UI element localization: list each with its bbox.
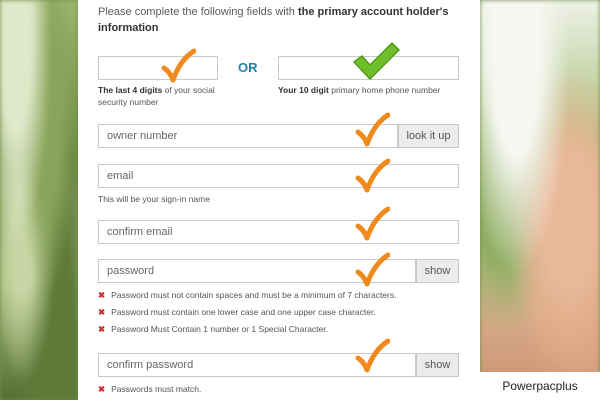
ssn-last4-input[interactable]: [98, 56, 218, 80]
ssn-label-bold: The last 4 digits: [98, 85, 163, 95]
confirm-email-input[interactable]: confirm email: [98, 220, 459, 244]
phone-label-rest: primary home phone number: [328, 85, 441, 95]
background-photo-right: [480, 0, 600, 400]
orange-check-icon: [355, 338, 390, 373]
password-error-number: ✖ Password Must Contain 1 number or 1 Spe…: [98, 323, 328, 335]
email-help-text: This will be your sign-in name: [98, 194, 210, 204]
or-label: OR: [238, 60, 258, 75]
green-check-icon: [353, 42, 400, 80]
orange-check-icon: [355, 112, 390, 147]
password-error-case: ✖ Password must contain one lower case an…: [98, 306, 376, 318]
background-photo-left: [0, 0, 78, 400]
ssn-label: The last 4 digits of your social securit…: [98, 84, 228, 108]
intro-prefix: Please complete the following fields wit…: [98, 6, 298, 18]
password-error-text: Password must contain one lower case and…: [111, 307, 376, 317]
error-x-icon: ✖: [98, 290, 106, 300]
orange-check-icon: [355, 206, 390, 241]
orange-check-icon: [355, 158, 390, 193]
watermark-caption: Powerpacplus: [480, 372, 600, 400]
password-error-spaces: ✖ Password must not contain spaces and mu…: [98, 289, 396, 301]
password-show-button[interactable]: show: [416, 259, 459, 283]
password-error-text: Password must not contain spaces and mus…: [111, 290, 397, 300]
orange-check-icon: [161, 48, 196, 83]
email-input[interactable]: email: [98, 164, 459, 188]
intro-text: Please complete the following fields wit…: [98, 4, 458, 36]
orange-check-icon: [355, 252, 390, 287]
password-error-text: Password Must Contain 1 number or 1 Spec…: [111, 324, 328, 334]
phone-label: Your 10 digit primary home phone number: [278, 84, 468, 96]
error-x-icon: ✖: [98, 324, 106, 334]
confirm-password-error: ✖ Passwords must match.: [98, 383, 201, 395]
confirm-password-error-text: Passwords must match.: [111, 384, 202, 394]
error-x-icon: ✖: [98, 384, 106, 394]
signup-form: Please complete the following fields wit…: [78, 0, 480, 400]
look-it-up-button[interactable]: look it up: [398, 124, 459, 148]
phone-label-bold: Your 10 digit: [278, 85, 329, 95]
error-x-icon: ✖: [98, 307, 106, 317]
owner-number-input[interactable]: owner number: [98, 124, 398, 148]
confirm-password-show-button[interactable]: show: [416, 353, 459, 377]
